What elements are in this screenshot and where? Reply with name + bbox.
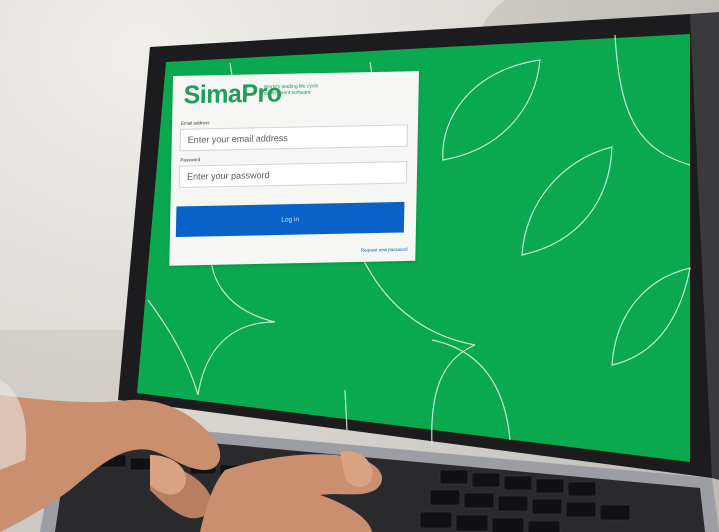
login-card: SimaPro World's leading life cycle asses…	[169, 71, 419, 266]
request-new-password-link[interactable]: Request new password	[361, 247, 408, 253]
password-field[interactable]	[178, 161, 408, 189]
email-label: Email address	[181, 120, 210, 126]
brand-tagline: World's leading life cycle assessment so…	[263, 83, 319, 97]
laptop-photo: SimaPro World's leading life cycle asses…	[0, 0, 719, 532]
email-field[interactable]	[179, 124, 408, 152]
login-button[interactable]: Log in	[175, 201, 405, 238]
password-label: Password	[180, 157, 201, 163]
